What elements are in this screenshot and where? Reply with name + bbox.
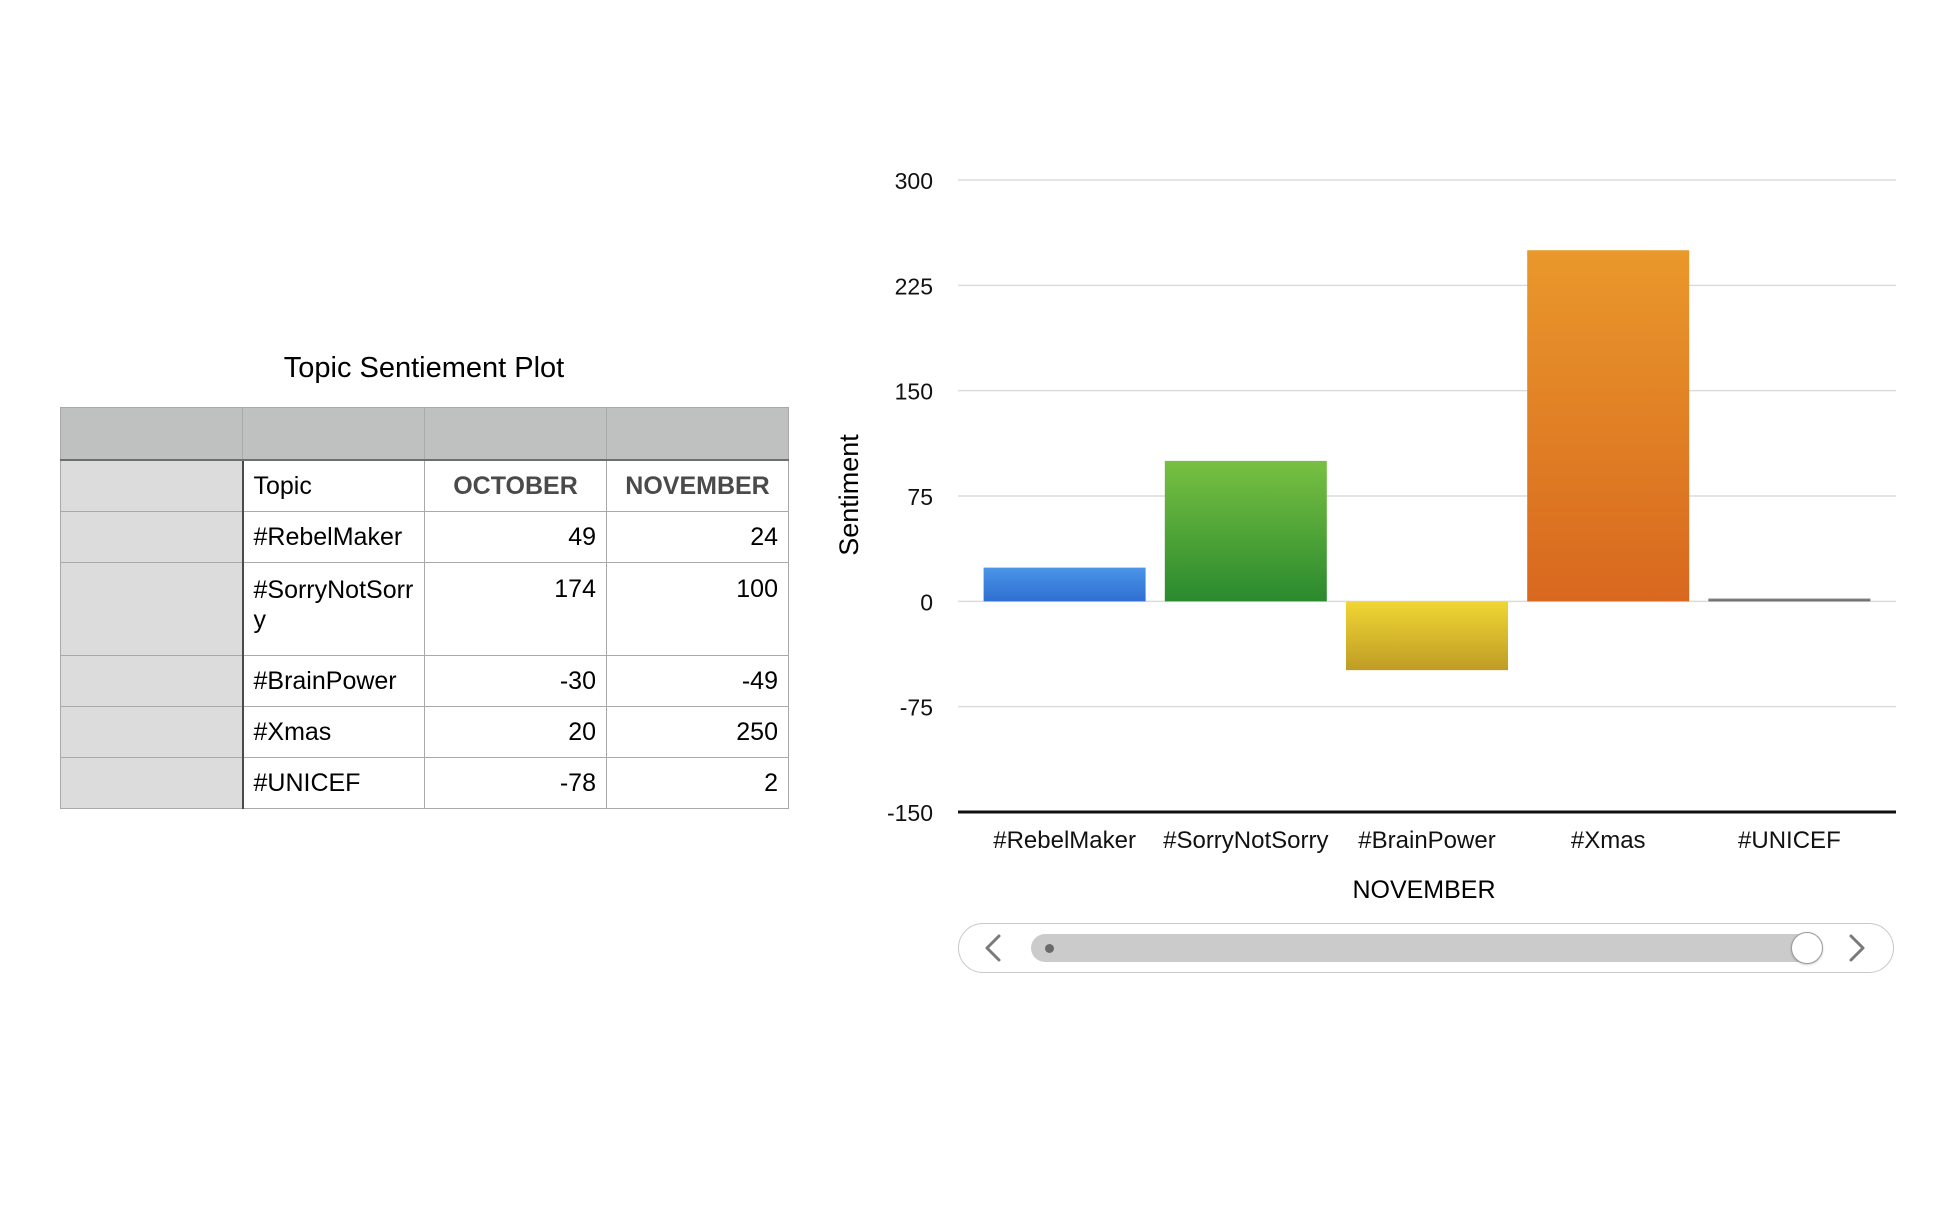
bar: [1346, 601, 1508, 671]
bar-chart: 300 225 150 75 0 -75 -150 #RebelMaker #SorryNot…: [834, 168, 1896, 904]
chart-bars: [983, 250, 1871, 671]
x-axis-label: NOVEMBER: [1352, 876, 1495, 904]
scroll-right-button[interactable]: [1837, 930, 1873, 966]
chevron-left-icon: [985, 934, 1001, 962]
y-tick-label: -150: [887, 800, 933, 826]
x-tick-label: #RebelMaker: [993, 827, 1136, 854]
bar: [983, 567, 1146, 602]
y-tick-label: 300: [895, 168, 933, 194]
x-tick-label: #SorryNotSorry: [1163, 827, 1328, 854]
x-tick-label: #UNICEF: [1738, 827, 1841, 854]
bar: [1164, 460, 1327, 602]
x-tick-label: #Xmas: [1571, 827, 1646, 854]
y-tick-label: 0: [920, 589, 933, 615]
chart-grid: [958, 179, 1896, 814]
chart-scrollbar[interactable]: [958, 923, 1894, 973]
x-tick-labels: #RebelMaker #SorryNotSorry #BrainPower #Xma…: [993, 827, 1841, 854]
y-tick-label: 75: [907, 484, 933, 510]
y-axis-label: Sentiment: [834, 434, 864, 556]
scroll-start-handle[interactable]: [1045, 944, 1054, 953]
y-tick-labels: 300 225 150 75 0 -75 -150: [887, 168, 933, 826]
y-tick-label: 225: [895, 273, 933, 299]
chevron-right-icon: [1849, 934, 1865, 962]
x-tick-label: #BrainPower: [1358, 827, 1495, 854]
scroll-range-track[interactable]: [1031, 934, 1813, 962]
y-tick-label: 150: [895, 379, 933, 405]
y-tick-label: -75: [900, 695, 933, 721]
scroll-left-button[interactable]: [977, 930, 1013, 966]
bar: [1527, 250, 1690, 602]
scroll-end-handle[interactable]: [1791, 932, 1823, 964]
bar: [1708, 598, 1871, 602]
